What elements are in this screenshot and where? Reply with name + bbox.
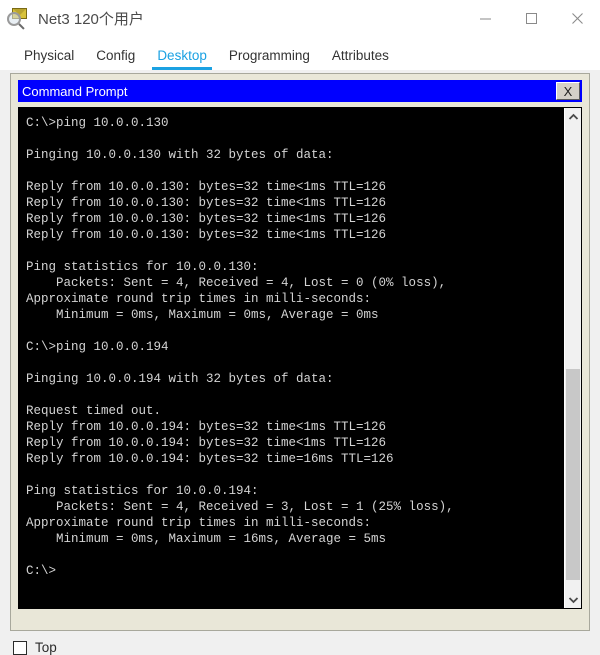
command-prompt-title: Command Prompt [22, 83, 128, 99]
tab-physical[interactable]: Physical [13, 48, 85, 70]
top-checkbox[interactable] [13, 640, 27, 655]
close-icon[interactable] [554, 0, 600, 36]
top-checkbox-label: Top [35, 640, 57, 655]
desktop-panel: Command Prompt X C:\>ping 10.0.0.130 Pin… [10, 73, 590, 631]
command-prompt-close-button[interactable]: X [556, 82, 580, 100]
tab-desktop[interactable]: Desktop [146, 48, 218, 70]
window-titlebar: Net3 120个用户 [0, 0, 600, 36]
window-title: Net3 120个用户 [38, 10, 144, 28]
scroll-down-icon[interactable] [565, 591, 581, 608]
tab-attributes[interactable]: Attributes [321, 48, 400, 70]
terminal-output-area[interactable]: C:\>ping 10.0.0.130 Pinging 10.0.0.130 w… [19, 108, 564, 608]
scrollbar-thumb[interactable] [566, 369, 580, 580]
terminal-scrollbar[interactable] [564, 108, 581, 608]
terminal-output-text: C:\>ping 10.0.0.130 Pinging 10.0.0.130 w… [26, 116, 454, 578]
tab-config[interactable]: Config [85, 48, 146, 70]
packet-tracer-icon [7, 7, 29, 30]
terminal-window: C:\>ping 10.0.0.130 Pinging 10.0.0.130 w… [18, 107, 582, 609]
minimize-icon[interactable] [462, 0, 508, 36]
tab-bar: Physical Config Desktop Programming Attr… [0, 36, 600, 70]
tab-programming[interactable]: Programming [218, 48, 321, 70]
window-controls [462, 0, 600, 36]
scroll-up-icon[interactable] [565, 108, 581, 125]
footer-bar: Top [0, 631, 600, 655]
command-prompt-titlebar: Command Prompt X [18, 80, 582, 102]
maximize-icon[interactable] [508, 0, 554, 36]
